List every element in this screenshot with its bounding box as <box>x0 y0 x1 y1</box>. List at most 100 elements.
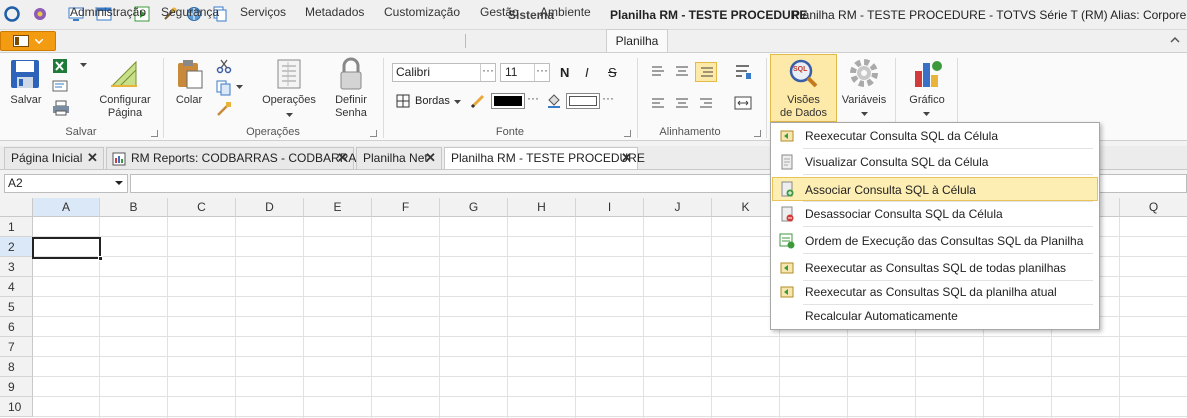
app-logo-icon[interactable] <box>4 6 20 22</box>
row-header[interactable]: 3 <box>0 257 33 277</box>
preview-icon[interactable] <box>52 80 70 92</box>
menu-separator <box>803 148 1093 149</box>
group-launcher-fonte[interactable] <box>624 130 631 137</box>
chevron-down-icon[interactable] <box>115 181 123 186</box>
column-header[interactable]: J <box>644 198 712 217</box>
add-document-icon <box>781 181 794 197</box>
format-painter-icon[interactable] <box>216 101 232 117</box>
menu-item-reexecute-cell[interactable]: Reexecutar Consulta SQL da Célula <box>772 124 1098 148</box>
align-left-icon[interactable] <box>650 97 666 111</box>
bold-button[interactable]: N <box>560 65 569 80</box>
column-header[interactable]: D <box>236 198 304 217</box>
excel-export-icon[interactable] <box>52 58 70 74</box>
borders-button[interactable]: Bordas <box>415 95 450 107</box>
close-icon[interactable]: ✕ <box>425 150 436 166</box>
strikethrough-button[interactable]: S <box>608 65 617 80</box>
column-header[interactable]: E <box>304 198 372 217</box>
column-header[interactable]: A <box>33 198 100 217</box>
group-launcher-salvar[interactable] <box>151 130 158 137</box>
tab-metadados[interactable]: Metadados <box>305 3 364 22</box>
row-header[interactable]: 8 <box>0 357 33 377</box>
menu-item-reexecute-current-sheet[interactable]: Reexecutar as Consultas SQL da planilha … <box>772 280 1098 304</box>
tab-gestao[interactable]: Gestão <box>480 3 519 22</box>
group-launcher-alinhamento[interactable] <box>754 130 761 137</box>
tab-customizacao[interactable]: Customização <box>384 3 460 22</box>
row-header[interactable]: 6 <box>0 317 33 337</box>
copy-icon[interactable] <box>216 80 232 96</box>
collapse-ribbon-icon[interactable] <box>1170 36 1180 43</box>
menu-item-label: Associar Consulta SQL à Célula <box>805 183 976 197</box>
menu-item-label: Recalcular Automaticamente <box>805 309 958 323</box>
font-color-picker[interactable] <box>491 93 525 109</box>
font-name-ellipsis-icon[interactable]: ··· <box>480 64 495 81</box>
print-icon[interactable] <box>52 100 70 116</box>
chevron-down-icon[interactable] <box>454 100 461 105</box>
italic-button[interactable]: I <box>585 65 589 80</box>
selected-cell-a2[interactable] <box>32 237 101 259</box>
align-top-center-icon[interactable] <box>674 65 690 79</box>
fill-color-ellipsis-icon[interactable]: ··· <box>601 92 615 108</box>
menu-separator <box>803 226 1093 227</box>
row-header[interactable]: 2 <box>0 237 33 257</box>
font-size-ellipsis-icon[interactable]: ··· <box>534 64 549 81</box>
operations-button[interactable]: Operações <box>260 94 318 107</box>
column-header[interactable]: Q <box>1120 198 1187 217</box>
row-header[interactable]: 4 <box>0 277 33 297</box>
page-setup-button[interactable]: Configurar Página <box>96 94 154 120</box>
tab-seguranca[interactable]: Segurança <box>161 3 219 22</box>
align-right-icon[interactable] <box>698 97 714 111</box>
menu-item-associate-sql[interactable]: Associar Consulta SQL à Célula <box>772 177 1098 201</box>
group-launcher-operacoes[interactable] <box>370 130 377 137</box>
tab-planilha[interactable]: Planilha <box>606 29 668 53</box>
row-gridline <box>33 376 1187 377</box>
cut-icon[interactable] <box>216 58 232 74</box>
fill-color-picker[interactable] <box>566 93 600 109</box>
paste-button[interactable]: Colar <box>170 94 208 107</box>
column-header[interactable]: C <box>168 198 236 217</box>
align-center-icon[interactable] <box>674 97 690 111</box>
set-password-button[interactable]: Definir Senha <box>330 94 372 120</box>
menu-item-execution-order[interactable]: Ordem de Execução das Consultas SQL da P… <box>772 229 1098 253</box>
menu-item-reexecute-all-sheets[interactable]: Reexecutar as Consultas SQL de todas pla… <box>772 256 1098 280</box>
doc-tab-planilha-rm[interactable]: Planilha RM - TESTE PROCEDURE <box>444 147 645 169</box>
tab-ambiente[interactable]: Ambiente <box>540 3 591 22</box>
menu-item-dissociate-sql[interactable]: Desassociar Consulta SQL da Célula <box>772 202 1098 226</box>
close-icon[interactable]: ✕ <box>621 150 632 166</box>
wrap-text-icon[interactable] <box>734 63 752 81</box>
align-top-left-icon[interactable] <box>650 65 666 79</box>
row-header[interactable]: 7 <box>0 337 33 357</box>
save-button[interactable]: Salvar <box>6 94 46 107</box>
row-header[interactable]: 1 <box>0 217 33 237</box>
modules-icon[interactable] <box>32 6 48 22</box>
column-header[interactable]: G <box>440 198 508 217</box>
menu-item-auto-recalculate[interactable]: Recalcular Automaticamente <box>772 304 1098 328</box>
row-header[interactable]: 5 <box>0 297 33 317</box>
merge-cells-icon[interactable] <box>734 94 752 112</box>
close-icon[interactable]: ✕ <box>337 150 348 166</box>
doc-tab-rm-reports[interactable]: RM Reports: CODBARRAS - CODBARRAS <box>106 147 364 169</box>
select-all-corner[interactable] <box>0 198 33 217</box>
name-box[interactable]: A2 <box>4 174 128 193</box>
pencil-icon[interactable] <box>470 93 486 109</box>
align-top-right-button[interactable] <box>695 62 717 82</box>
chevron-down-icon[interactable] <box>80 63 87 68</box>
chart-button[interactable]: Gráfico <box>902 94 952 107</box>
column-header[interactable]: B <box>100 198 168 217</box>
chevron-down-icon <box>923 112 930 116</box>
row-header[interactable]: 9 <box>0 377 33 397</box>
menu-item-label: Reexecutar as Consultas SQL de todas pla… <box>805 261 1067 275</box>
tab-servicos[interactable]: Serviços <box>240 3 286 22</box>
font-color-ellipsis-icon[interactable]: ··· <box>526 92 540 108</box>
file-menu-button[interactable] <box>0 31 56 51</box>
column-header[interactable]: F <box>372 198 440 217</box>
column-header[interactable]: I <box>576 198 644 217</box>
fill-bucket-icon[interactable] <box>546 93 562 109</box>
column-header[interactable]: H <box>508 198 576 217</box>
tab-administracao[interactable]: Administração <box>70 3 146 22</box>
fill-handle[interactable] <box>98 256 103 261</box>
row-header[interactable]: 10 <box>0 397 33 417</box>
variables-button[interactable]: Variáveis <box>838 94 890 107</box>
menu-item-view-cell-sql[interactable]: Visualizar Consulta SQL da Célula <box>772 150 1098 174</box>
chevron-down-icon[interactable] <box>236 85 243 90</box>
close-icon[interactable]: ✕ <box>87 150 98 166</box>
